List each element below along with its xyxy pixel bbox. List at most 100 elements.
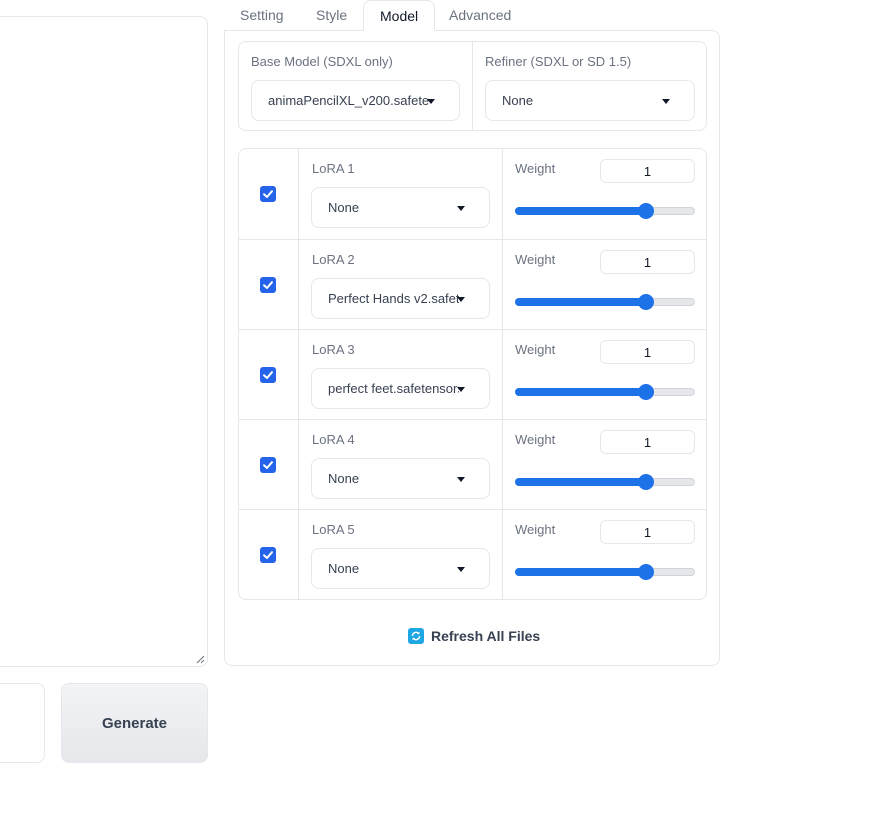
secondary-button[interactable]	[0, 683, 45, 763]
chevron-down-icon	[457, 387, 465, 392]
lora-row-4: LoRA 4 None Weight	[239, 419, 706, 509]
tab-model[interactable]: Model	[363, 0, 436, 31]
tab-style[interactable]: Style	[300, 0, 363, 31]
lora-enable-cell	[239, 149, 299, 239]
lora-weight-cell: Weight	[503, 240, 706, 329]
lora-enable-cell	[239, 240, 299, 329]
lora-model-cell: LoRA 4 None	[299, 420, 503, 509]
lora-model-value: None	[328, 561, 360, 576]
chevron-down-icon	[662, 99, 670, 104]
chevron-down-icon	[457, 477, 465, 482]
lora-label: LoRA 4	[312, 432, 355, 447]
chevron-down-icon	[427, 99, 435, 104]
weight-label: Weight	[515, 252, 556, 267]
lora-weight-cell: Weight	[503, 510, 706, 599]
weight-label: Weight	[515, 161, 556, 176]
weight-slider[interactable]	[515, 563, 695, 581]
refresh-icon	[408, 628, 424, 644]
lora-model-dropdown[interactable]: perfect feet.safetensors	[311, 368, 490, 409]
slider-fill	[515, 207, 647, 215]
lora-model-cell: LoRA 3 perfect feet.safetensors	[299, 330, 503, 419]
chevron-down-icon	[457, 297, 465, 302]
lora-label: LoRA 2	[312, 252, 355, 267]
refiner-dropdown[interactable]: None	[485, 80, 695, 121]
weight-label: Weight	[515, 342, 556, 357]
lora-enable-checkbox[interactable]	[260, 547, 276, 563]
slider-fill	[515, 388, 647, 396]
tab-setting[interactable]: Setting	[224, 0, 300, 31]
resize-grip-icon[interactable]	[196, 655, 205, 664]
checkmark-icon	[263, 190, 273, 198]
model-panel: Base Model (SDXL only) animaPencilXL_v20…	[224, 30, 720, 666]
lora-row-5: LoRA 5 None Weight	[239, 509, 706, 599]
refiner-field: Refiner (SDXL or SD 1.5) None	[472, 42, 706, 130]
slider-thumb[interactable]	[638, 474, 655, 490]
weight-input[interactable]	[600, 159, 695, 183]
lora-model-value: perfect feet.safetensors	[328, 381, 459, 396]
model-selectors: Base Model (SDXL only) animaPencilXL_v20…	[238, 41, 707, 131]
lora-enable-checkbox[interactable]	[260, 457, 276, 473]
lora-table: LoRA 1 None Weight LoRA 2 Perfect Hands v2.s…	[238, 148, 707, 600]
lora-row-3: LoRA 3 perfect feet.safetensors Weight	[239, 329, 706, 419]
tab-advanced[interactable]: Advanced	[433, 0, 527, 31]
lora-model-value: None	[328, 200, 360, 215]
base-model-label: Base Model (SDXL only)	[251, 54, 393, 69]
slider-fill	[515, 298, 647, 306]
base-model-dropdown[interactable]: animaPencilXL_v200.safetensors	[251, 80, 460, 121]
lora-weight-cell: Weight	[503, 149, 706, 239]
lora-enable-checkbox[interactable]	[260, 186, 276, 202]
checkmark-icon	[263, 281, 273, 289]
weight-slider[interactable]	[515, 293, 695, 311]
slider-thumb[interactable]	[638, 203, 655, 219]
refresh-label: Refresh All Files	[431, 628, 541, 644]
lora-enable-cell	[239, 420, 299, 509]
weight-label: Weight	[515, 522, 556, 537]
lora-enable-cell	[239, 510, 299, 599]
lora-label: LoRA 1	[312, 161, 355, 176]
lora-enable-checkbox[interactable]	[260, 277, 276, 293]
checkmark-icon	[263, 461, 273, 469]
weight-slider[interactable]	[515, 202, 695, 220]
slider-thumb[interactable]	[638, 294, 655, 310]
prompt-textarea[interactable]	[0, 16, 208, 667]
lora-model-value: None	[328, 471, 360, 486]
lora-model-dropdown[interactable]: None	[311, 458, 490, 499]
lora-model-value: Perfect Hands v2.safetensors	[328, 291, 459, 306]
slider-fill	[515, 568, 647, 576]
lora-model-dropdown[interactable]: None	[311, 187, 490, 228]
refresh-all-files-button[interactable]: Refresh All Files	[408, 626, 540, 646]
base-model-field: Base Model (SDXL only) animaPencilXL_v20…	[239, 42, 472, 130]
lora-label: LoRA 3	[312, 342, 355, 357]
refiner-label: Refiner (SDXL or SD 1.5)	[485, 54, 632, 69]
lora-model-cell: LoRA 5 None	[299, 510, 503, 599]
checkmark-icon	[263, 371, 273, 379]
base-model-value: animaPencilXL_v200.safetensors	[268, 93, 429, 108]
chevron-down-icon	[457, 206, 465, 211]
slider-fill	[515, 478, 647, 486]
weight-input[interactable]	[600, 430, 695, 454]
weight-slider[interactable]	[515, 473, 695, 491]
lora-row-2: LoRA 2 Perfect Hands v2.safetensors Weight	[239, 239, 706, 329]
lora-model-dropdown[interactable]: Perfect Hands v2.safetensors	[311, 278, 490, 319]
lora-enable-checkbox[interactable]	[260, 367, 276, 383]
weight-input[interactable]	[600, 250, 695, 274]
weight-input[interactable]	[600, 340, 695, 364]
weight-slider[interactable]	[515, 383, 695, 401]
lora-model-cell: LoRA 2 Perfect Hands v2.safetensors	[299, 240, 503, 329]
lora-model-dropdown[interactable]: None	[311, 548, 490, 589]
lora-model-cell: LoRA 1 None	[299, 149, 503, 239]
lora-label: LoRA 5	[312, 522, 355, 537]
lora-row-1: LoRA 1 None Weight	[239, 149, 706, 239]
weight-input[interactable]	[600, 520, 695, 544]
weight-label: Weight	[515, 432, 556, 447]
slider-thumb[interactable]	[638, 384, 655, 400]
lora-weight-cell: Weight	[503, 420, 706, 509]
lora-enable-cell	[239, 330, 299, 419]
checkmark-icon	[263, 551, 273, 559]
lora-weight-cell: Weight	[503, 330, 706, 419]
generate-button[interactable]: Generate	[61, 683, 208, 763]
chevron-down-icon	[457, 567, 465, 572]
tab-bar: Setting Style Model Advanced	[224, 0, 720, 31]
slider-thumb[interactable]	[638, 564, 655, 580]
refiner-value: None	[502, 93, 534, 108]
